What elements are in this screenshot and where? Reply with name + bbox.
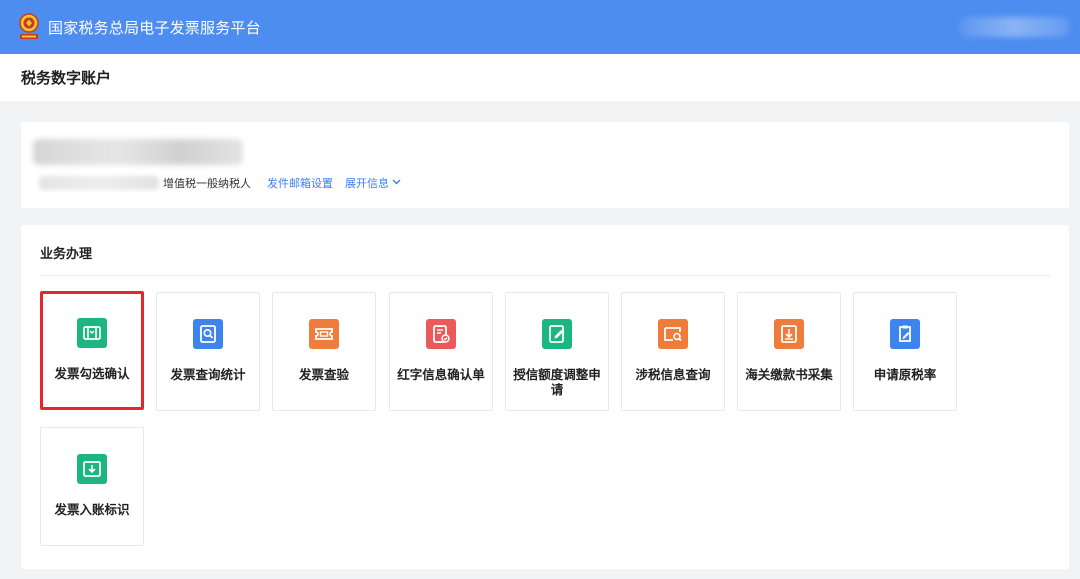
company-name-blurred xyxy=(33,139,243,165)
tile-invoice-verify[interactable]: 发票查验 xyxy=(272,292,376,411)
tile-customs-collect[interactable]: 海关缴款书采集 xyxy=(737,292,841,411)
tile-invoice-select-confirm[interactable]: 发票勾选确认 xyxy=(40,291,144,410)
user-account-blurred[interactable] xyxy=(958,17,1070,37)
business-card: 业务办理 发票勾选确认 发票查询统计 发票查验 红字信息确认单 授信额度调整申请… xyxy=(21,225,1069,569)
platform-title: 国家税务总局电子发票服务平台 xyxy=(48,18,261,37)
tile-label: 发票入账标识 xyxy=(54,502,130,517)
tile-label: 发票查验 xyxy=(298,367,349,382)
email-setting-link[interactable]: 发件邮箱设置 xyxy=(267,175,333,191)
invoice-search-icon xyxy=(193,319,223,349)
tile-label: 红字信息确认单 xyxy=(397,367,485,382)
section-divider xyxy=(40,275,1051,276)
tile-label: 授信额度调整申请 xyxy=(513,367,601,397)
main-content: 增值税一般纳税人 发件邮箱设置 展开信息 业务办理 发票勾选确认 发票查询统计 xyxy=(0,101,1080,579)
expand-info-label: 展开信息 xyxy=(345,177,389,190)
clipboard-edit-icon xyxy=(890,319,920,349)
page-title: 税务数字账户 xyxy=(21,69,112,87)
tile-label: 申请原税率 xyxy=(873,367,937,382)
expand-info-link[interactable]: 展开信息 xyxy=(345,175,401,191)
red-document-check-icon xyxy=(426,319,456,349)
tile-original-tax-rate[interactable]: 申请原税率 xyxy=(853,292,957,411)
business-section-title: 业务办理 xyxy=(40,247,93,262)
top-header-bar: 国家税务总局电子发票服务平台 xyxy=(0,0,1080,54)
subheader: 税务数字账户 xyxy=(0,54,1080,101)
tile-label: 发票查询统计 xyxy=(170,367,246,382)
tile-invoice-query-stats[interactable]: 发票查询统计 xyxy=(156,292,260,411)
info-row: 增值税一般纳税人 发件邮箱设置 展开信息 xyxy=(163,175,413,191)
tile-label: 发票勾选确认 xyxy=(54,366,130,381)
taxpayer-type: 增值税一般纳税人 xyxy=(163,177,251,190)
tax-emblem-icon xyxy=(16,12,42,42)
chevron-down-icon xyxy=(392,178,401,188)
tile-tax-info-query[interactable]: 涉税信息查询 xyxy=(621,292,725,411)
taxpayer-info-card: 增值税一般纳税人 发件邮箱设置 展开信息 xyxy=(21,122,1069,208)
card-search-icon xyxy=(658,319,688,349)
tile-invoice-ledger-mark[interactable]: 发票入账标识 xyxy=(40,427,144,546)
tax-id-blurred xyxy=(39,176,159,190)
edit-document-icon xyxy=(542,319,572,349)
tile-credit-adjust[interactable]: 授信额度调整申请 xyxy=(505,292,609,411)
tile-red-info-confirm[interactable]: 红字信息确认单 xyxy=(389,292,493,411)
tile-label: 海关缴款书采集 xyxy=(745,367,833,382)
invoice-ledger-icon xyxy=(77,454,107,484)
tile-label: 涉税信息查询 xyxy=(635,367,711,382)
ticket-check-icon xyxy=(309,319,339,349)
invoice-select-icon xyxy=(77,318,107,348)
customs-collect-icon xyxy=(774,319,804,349)
